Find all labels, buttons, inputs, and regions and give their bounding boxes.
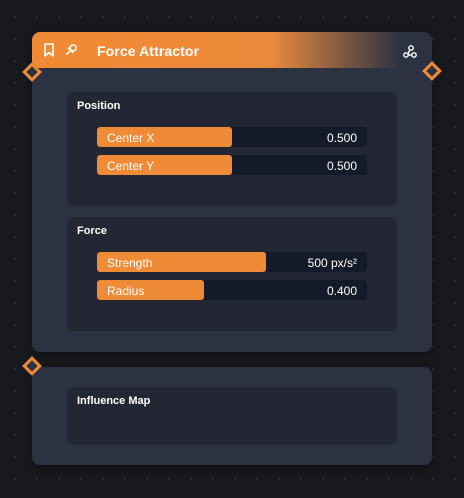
node-header[interactable]: Force Attractor: [32, 32, 432, 68]
field-label: Center Y: [107, 159, 155, 173]
influence-map-section: Influence Map: [67, 387, 397, 445]
section-title-influence-map: Influence Map: [77, 395, 151, 407]
section-title-position: Position: [77, 100, 121, 112]
field-label: Radius: [107, 284, 145, 298]
force-section: Force Strength 500 px/s² Radius 0.400: [67, 217, 397, 331]
field-value: 0.500: [326, 131, 357, 145]
field-label: Center X: [107, 131, 155, 145]
center-y-slider[interactable]: Center Y 0.500: [97, 155, 367, 175]
bookmark-icon[interactable]: [41, 42, 57, 58]
field-value: 0.500: [326, 159, 357, 173]
node-title: Force Attractor: [97, 43, 200, 59]
center-x-slider[interactable]: Center X 0.500: [97, 127, 367, 147]
section-title-force: Force: [77, 225, 107, 237]
radius-slider[interactable]: Radius 0.400: [97, 280, 367, 300]
field-label: Strength: [107, 256, 153, 270]
strength-slider[interactable]: Strength 500 px/s²: [97, 252, 367, 272]
field-value: 0.400: [326, 284, 357, 298]
connect-icon[interactable]: [402, 44, 418, 60]
pin-icon[interactable]: [63, 42, 79, 58]
force-attractor-node[interactable]: Force Attractor Position Center X 0.500 …: [32, 32, 432, 352]
position-section: Position Center X 0.500 Center Y 0.500: [67, 92, 397, 206]
influence-map-node[interactable]: Influence Map: [32, 367, 432, 465]
field-value: 500 px/s²: [307, 256, 357, 270]
